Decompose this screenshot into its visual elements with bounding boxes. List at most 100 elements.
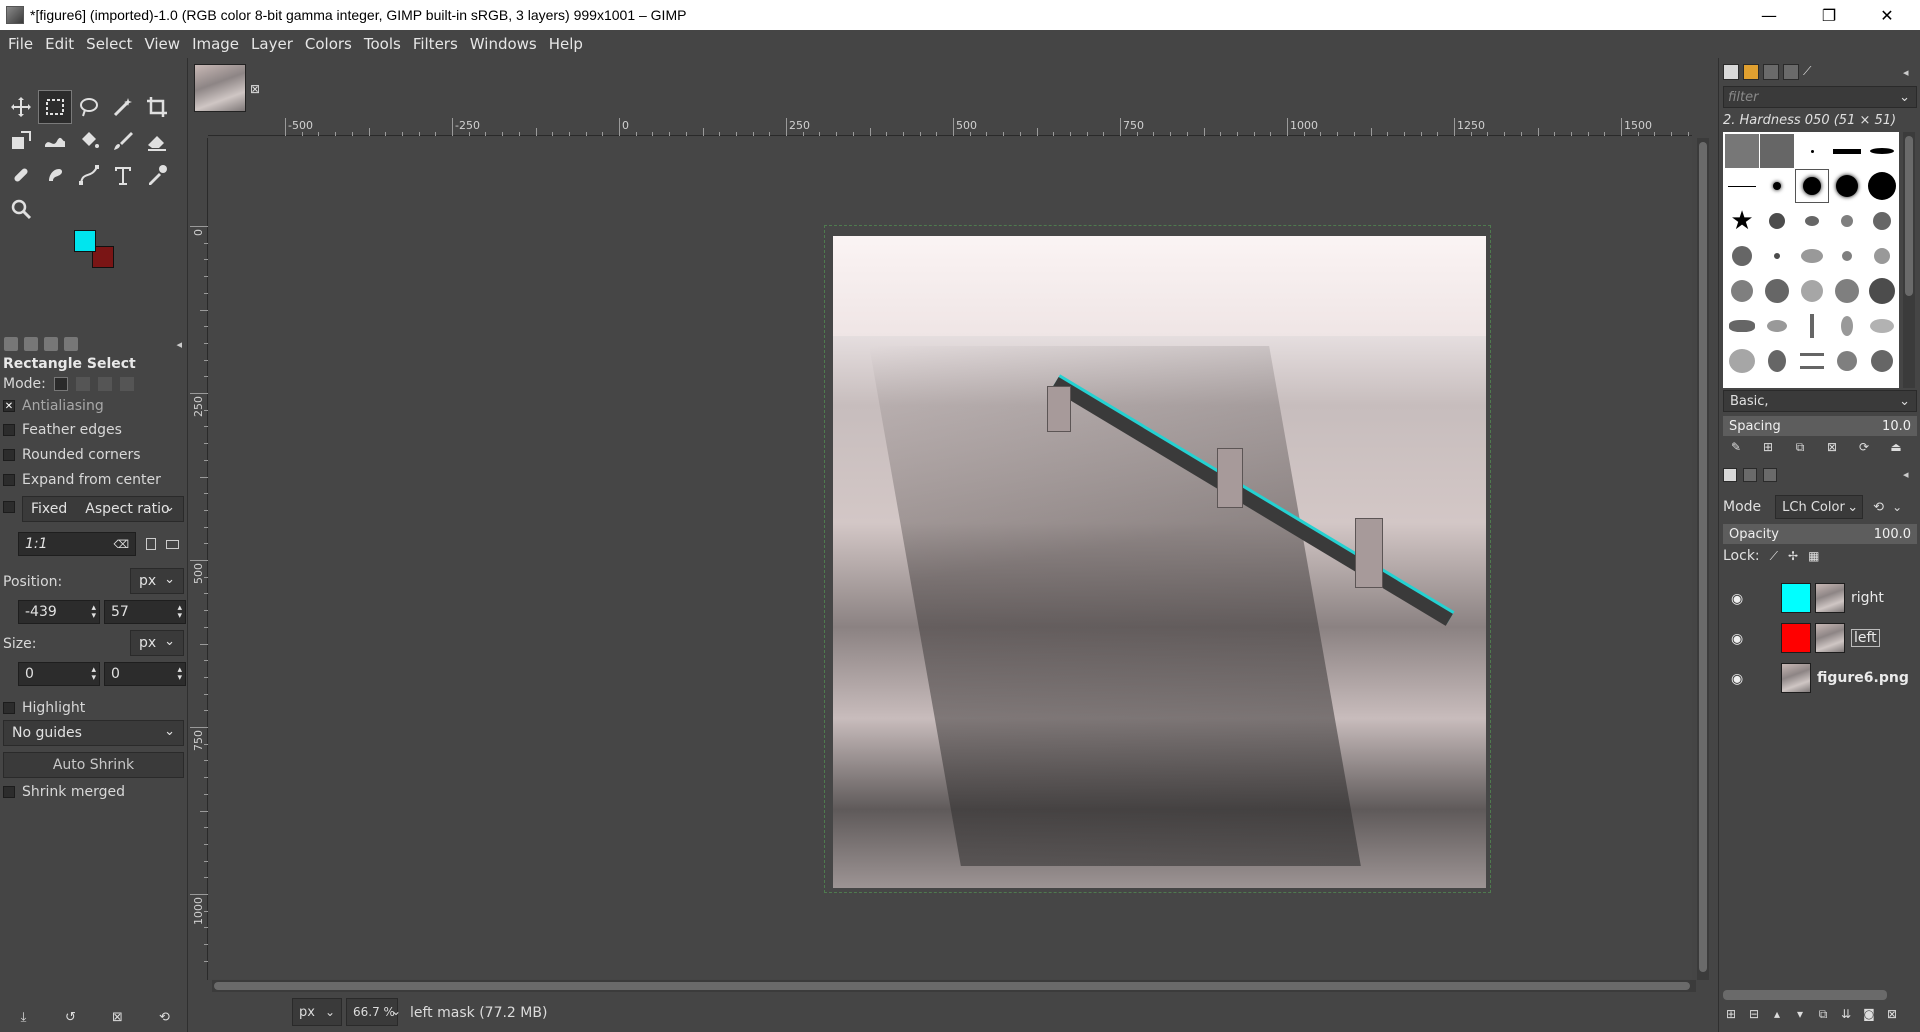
menu-tools[interactable]: Tools <box>358 35 407 53</box>
brush-filter-input[interactable]: filter ⌄ <box>1723 86 1917 108</box>
menu-filters[interactable]: Filters <box>407 35 464 53</box>
close-button[interactable]: ✕ <box>1864 0 1910 30</box>
brush-cell[interactable] <box>1760 204 1794 238</box>
layers-scrollbar[interactable] <box>1723 990 1887 1000</box>
raise-layer-icon[interactable]: ▴ <box>1769 1006 1785 1022</box>
highlight-checkbox[interactable] <box>3 702 15 714</box>
merge-layer-icon[interactable]: ⇊ <box>1838 1006 1854 1022</box>
brush-cell[interactable] <box>1760 309 1794 343</box>
layer-mask-thumbnail[interactable] <box>1781 583 1811 613</box>
lower-layer-icon[interactable]: ▾ <box>1792 1006 1808 1022</box>
brush-cell[interactable] <box>1865 309 1899 343</box>
layer-row[interactable]: ◉ figure6.png <box>1723 660 1917 696</box>
refresh-brushes-icon[interactable]: ⟳ <box>1857 440 1871 454</box>
layer-name[interactable]: right <box>1851 590 1884 606</box>
open-brush-as-image-icon[interactable]: ⏏ <box>1889 440 1903 454</box>
brush-cell[interactable] <box>1760 134 1794 168</box>
delete-brush-icon[interactable]: ⊠ <box>1825 440 1839 454</box>
brush-cell[interactable] <box>1830 134 1864 168</box>
mode-add-icon[interactable] <box>75 377 90 391</box>
brush-cell[interactable] <box>1795 169 1829 203</box>
brush-cell[interactable] <box>1865 344 1899 378</box>
expand-from-center-checkbox[interactable] <box>3 474 15 486</box>
document-history-tab-icon[interactable] <box>1783 64 1799 80</box>
brush-cell[interactable] <box>1760 239 1794 273</box>
spinner-icon[interactable]: ▴ ▾ <box>91 666 96 683</box>
brush-cell[interactable] <box>1795 204 1829 238</box>
spinner-icon[interactable]: ▴ ▾ <box>91 604 96 621</box>
scroll-thumb[interactable] <box>1699 142 1707 972</box>
paths-tool-icon[interactable] <box>72 158 106 192</box>
layers-tab-icon[interactable] <box>1723 468 1737 482</box>
foreground-color-swatch[interactable] <box>74 230 96 252</box>
save-options-icon[interactable]: ⤓ <box>17 1010 31 1025</box>
brush-cell[interactable] <box>1725 344 1759 378</box>
highlight-option[interactable]: Highlight <box>3 700 85 716</box>
clear-icon[interactable]: ⌫ <box>113 538 129 551</box>
image-canvas[interactable] <box>209 137 1692 979</box>
lock-position-icon[interactable]: ✢ <box>1788 549 1798 563</box>
lock-alpha-icon[interactable]: ▦ <box>1808 549 1819 563</box>
maximize-button[interactable]: ❐ <box>1806 0 1852 30</box>
auto-shrink-button[interactable]: Auto Shrink <box>3 752 184 778</box>
spinner-icon[interactable]: ▴ ▾ <box>177 666 182 683</box>
position-unit-dropdown[interactable]: px ⌄ <box>130 568 184 594</box>
feather-edges-checkbox[interactable] <box>3 424 15 436</box>
brush-cell[interactable] <box>1830 169 1864 203</box>
portrait-icon[interactable] <box>146 538 156 550</box>
menu-view[interactable]: View <box>138 35 186 53</box>
images-tab-icon[interactable] <box>64 337 78 351</box>
brush-cell[interactable] <box>1795 274 1829 308</box>
position-x-input[interactable]: -439 ▴ ▾ <box>18 600 100 624</box>
brush-cell[interactable]: ★ <box>1725 204 1759 238</box>
menu-select[interactable]: Select <box>80 35 138 53</box>
channels-tab-icon[interactable] <box>1743 468 1757 482</box>
undo-history-tab-icon[interactable] <box>44 337 58 351</box>
image-content[interactable] <box>824 225 1491 893</box>
brush-cell[interactable] <box>1725 134 1759 168</box>
close-image-icon[interactable]: ⊠ <box>250 82 260 96</box>
color-picker-tool-icon[interactable] <box>140 158 174 192</box>
brush-cell[interactable] <box>1795 309 1829 343</box>
guides-dropdown[interactable]: No guides ⌄ <box>3 720 184 746</box>
brush-cell[interactable] <box>1830 239 1864 273</box>
fuzzy-select-tool-icon[interactable] <box>106 90 140 124</box>
menu-image[interactable]: Image <box>186 35 245 53</box>
patterns-tab-icon[interactable] <box>1743 64 1759 80</box>
mode-subtract-icon[interactable] <box>97 377 112 391</box>
delete-layer-icon[interactable]: ⊠ <box>1884 1006 1900 1022</box>
shrink-merged-checkbox[interactable] <box>3 786 15 798</box>
fixed-checkbox[interactable] <box>3 501 15 513</box>
brush-cell[interactable] <box>1760 344 1794 378</box>
brush-cell[interactable] <box>1725 239 1759 273</box>
layer-thumbnail[interactable] <box>1815 583 1845 613</box>
brush-cell[interactable] <box>1865 204 1899 238</box>
shrink-merged-option[interactable]: Shrink merged <box>3 784 125 800</box>
lock-pixels-icon[interactable]: ⟋ <box>1770 549 1778 564</box>
brush-cell[interactable] <box>1830 309 1864 343</box>
brush-cell[interactable] <box>1865 169 1899 203</box>
ruler-corner[interactable] <box>190 118 208 136</box>
antialiasing-option[interactable]: ✕ Antialiasing <box>3 398 104 414</box>
layer-row[interactable]: ◉ right <box>1723 580 1917 616</box>
position-y-input[interactable]: 57 ▴ ▾ <box>104 600 186 624</box>
fonts-tab-icon[interactable] <box>1763 64 1779 80</box>
zoom-tool-icon[interactable] <box>4 192 38 226</box>
duplicate-layer-icon[interactable]: ⧉ <box>1815 1006 1831 1022</box>
layer-name[interactable]: figure6.png <box>1817 670 1909 686</box>
menu-help[interactable]: Help <box>543 35 589 53</box>
configure-tab-icon[interactable]: ◂ <box>176 338 182 351</box>
configure-tab-icon[interactable]: ◂ <box>1903 66 1909 79</box>
ratio-input[interactable]: 1:1 ⌫ <box>18 532 136 556</box>
brush-cell[interactable] <box>1865 239 1899 273</box>
horizontal-scrollbar[interactable] <box>212 980 1696 992</box>
new-layer-icon[interactable]: ⊞ <box>1723 1006 1739 1022</box>
brushes-tab-icon[interactable] <box>1723 64 1739 80</box>
vertical-scrollbar[interactable] <box>1697 138 1709 980</box>
minimize-button[interactable]: — <box>1746 0 1792 30</box>
mode-switch-icon[interactable]: ⟲ <box>1873 500 1884 515</box>
menu-edit[interactable]: Edit <box>39 35 80 53</box>
fixed-mode-dropdown[interactable]: Fixed Aspect ratio ⌄ <box>22 496 184 522</box>
brush-cell[interactable] <box>1725 169 1759 203</box>
edit-brush-icon[interactable]: ✎ <box>1729 440 1743 454</box>
